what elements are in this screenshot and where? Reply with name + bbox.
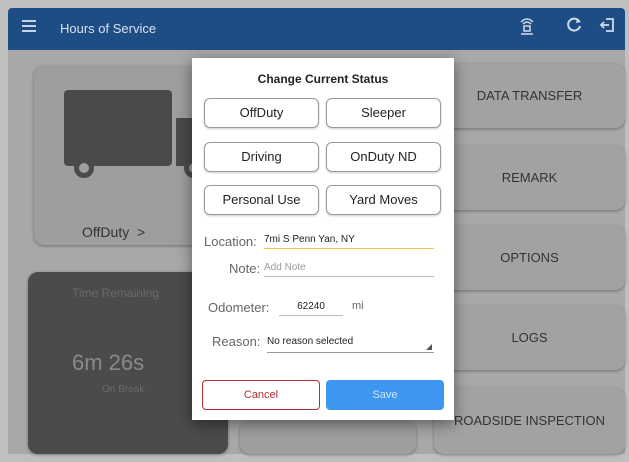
save-button[interactable]: Save [326,380,444,410]
odometer-unit: mi [352,300,364,312]
odometer-field[interactable]: 62240 [279,300,343,316]
truck-wheel [74,158,94,178]
secondary-card [240,420,416,454]
change-status-dialog: Change Current Status OffDuty Sleeper Dr… [192,58,454,420]
data-transfer-button[interactable]: DATA TRANSFER [434,64,625,128]
time-remaining-label: Time Remaining [72,286,159,300]
truck-icon [64,90,172,166]
refresh-icon[interactable] [562,16,586,40]
reason-dropdown[interactable]: No reason selected [267,335,434,353]
odometer-label: Odometer: [208,300,270,315]
cancel-button[interactable]: Cancel [202,380,320,410]
reason-label: Reason: [212,334,261,349]
status-offduty-button[interactable]: OffDuty [204,98,319,128]
status-onduty-nd-button[interactable]: OnDuty ND [326,142,441,172]
timer-status-label: On Break [102,384,145,395]
roadside-inspection-button[interactable]: ROADSIDE INSPECTION [434,388,625,454]
location-field[interactable]: 7mi S Penn Yan, NY [264,233,434,249]
options-button[interactable]: OPTIONS [434,226,625,290]
eld-connection-icon[interactable] [515,16,539,40]
reason-value: No reason selected [267,336,354,347]
location-label: Location: [204,234,257,249]
remark-button[interactable]: REMARK [434,146,625,210]
status-personal-use-button[interactable]: Personal Use [204,185,319,215]
menu-icon[interactable] [22,20,36,34]
status-driving-button[interactable]: Driving [204,142,319,172]
note-label: Note: [229,261,261,276]
status-sleeper-button[interactable]: Sleeper [326,98,441,128]
logs-button[interactable]: LOGS [434,306,625,370]
status-yard-moves-button[interactable]: Yard Moves [326,185,441,215]
logout-icon[interactable] [596,16,620,40]
dropdown-arrow-icon [426,344,432,350]
time-remaining-value: 6m 26s [72,350,145,375]
current-status-label: OffDuty > [82,224,146,240]
app-bar: Hours of Service [8,8,625,50]
chevron-right-icon: > [136,224,146,240]
dialog-title: Change Current Status [257,72,389,86]
page-title: Hours of Service [60,21,157,36]
note-field[interactable]: Add Note [264,261,434,277]
